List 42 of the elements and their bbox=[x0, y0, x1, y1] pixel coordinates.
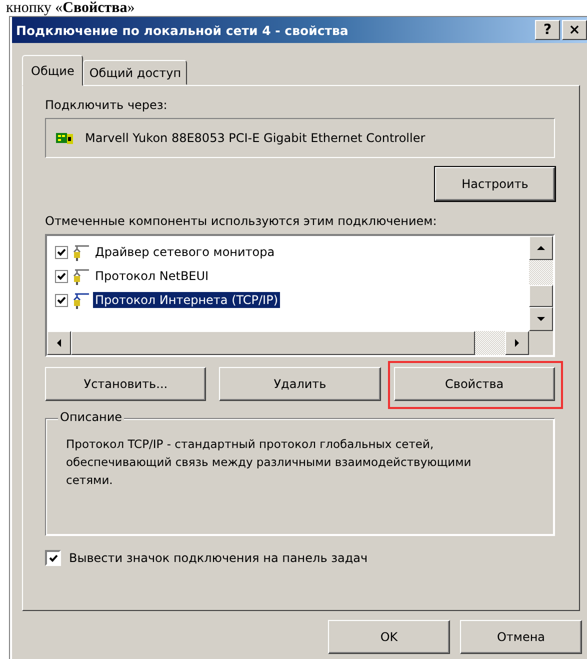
checkbox[interactable] bbox=[55, 294, 68, 306]
checkbox-label: Вывести значок подключения на панель задач bbox=[69, 551, 368, 565]
document-caption: кнопку «Свойства» bbox=[5, 0, 136, 17]
list-item[interactable]: Протокол NetBEUI bbox=[93, 268, 211, 284]
configure-button[interactable]: Настроить bbox=[435, 167, 555, 201]
group-title: Описание bbox=[58, 410, 124, 424]
field-label: Подключить через: bbox=[45, 98, 168, 114]
ok-button[interactable]: OK bbox=[328, 620, 450, 654]
checkmark-icon bbox=[56, 295, 67, 305]
action-button[interactable]: Удалить bbox=[219, 367, 381, 401]
action-button[interactable]: Установить... bbox=[45, 367, 206, 401]
horizontal-scrollbar[interactable] bbox=[47, 331, 529, 355]
scroll-thumb[interactable] bbox=[529, 285, 553, 307]
cancel-button[interactable]: Отмена bbox=[460, 620, 582, 654]
list-item[interactable]: Драйвер сетевого монитора bbox=[93, 244, 277, 260]
checkmark-icon bbox=[56, 271, 67, 281]
scroll-thumb[interactable] bbox=[71, 331, 475, 355]
list-label: Отмеченные компоненты используются этим подключением: bbox=[45, 214, 438, 230]
plug-icon bbox=[71, 268, 90, 284]
tab[interactable]: Общий доступ bbox=[83, 60, 188, 85]
window-title: Подключение по локальной сети 4 - свойства bbox=[16, 22, 350, 38]
scroll-left-icon bbox=[57, 339, 61, 347]
plug-icon bbox=[71, 292, 90, 308]
description-text: Протокол TCP/IP - стандартный протокол глобальных сетей, обеспечивающий связь между различными взаимодействующими сетями. bbox=[66, 436, 472, 489]
checkbox[interactable] bbox=[45, 550, 61, 566]
checkmark-icon bbox=[56, 247, 67, 257]
scroll-down-icon bbox=[537, 317, 545, 321]
checkbox[interactable] bbox=[55, 270, 68, 282]
close-button[interactable]: × bbox=[562, 20, 587, 40]
vertical-scrollbar[interactable] bbox=[529, 236, 553, 331]
list-item[interactable]: Протокол Интернета (TCP/IP) bbox=[93, 292, 280, 308]
network-card-icon bbox=[56, 131, 73, 145]
scroll-up-icon bbox=[537, 246, 545, 250]
help-button[interactable]: ? bbox=[535, 20, 560, 40]
checkbox[interactable] bbox=[55, 246, 68, 258]
scrollbar-corner bbox=[529, 331, 553, 355]
adapter-name: Marvell Yukon 88E8053 PCI-E Gigabit Ethernet Controller bbox=[85, 131, 426, 145]
action-button[interactable]: Свойства bbox=[394, 367, 555, 401]
scroll-right-icon bbox=[515, 339, 519, 347]
checkmark-icon bbox=[48, 553, 58, 563]
plug-icon bbox=[71, 244, 90, 260]
tab[interactable]: Общие bbox=[22, 55, 84, 86]
